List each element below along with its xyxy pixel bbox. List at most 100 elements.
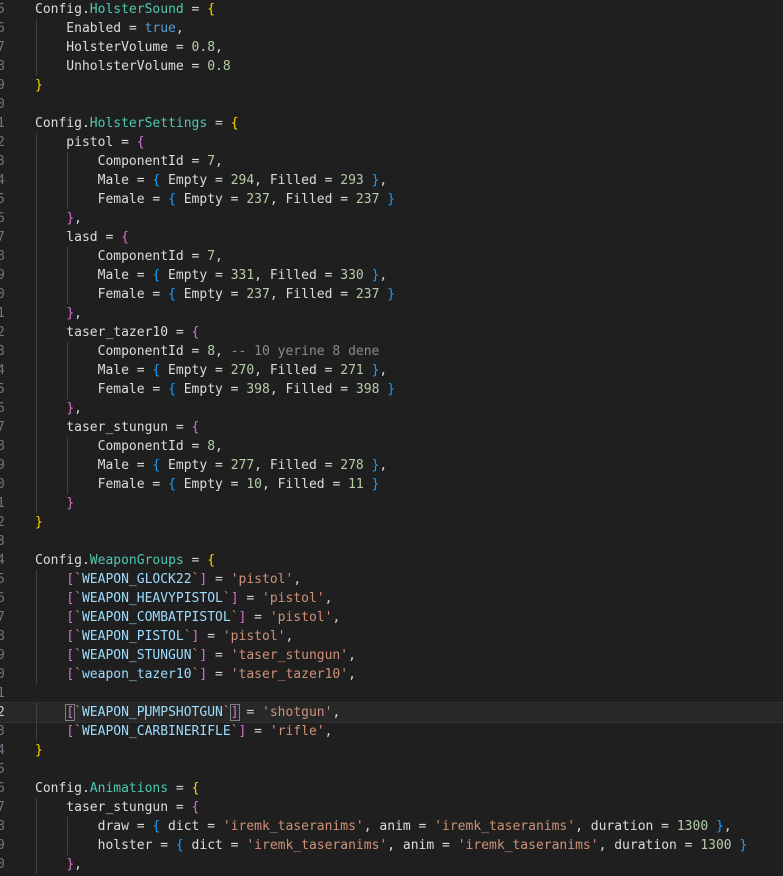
- code-token: {: [191, 800, 200, 815]
- code-line[interactable]: 5 Female = { Empty = 398, Filled = 398 }: [0, 380, 783, 399]
- code-line[interactable]: 2 pistol = {: [0, 133, 783, 152]
- code-line[interactable]: 6 Config.Animations = {: [0, 779, 783, 798]
- code-line[interactable]: 6 },: [0, 399, 783, 418]
- code-text: UnholsterVolume = 0.8: [35, 57, 230, 76]
- code-token: }: [371, 477, 380, 492]
- code-token: `: [222, 705, 231, 720]
- code-line[interactable]: 1: [0, 684, 783, 703]
- code-line[interactable]: 4}: [0, 741, 783, 760]
- line-number: 2: [0, 705, 5, 720]
- code-line[interactable]: 7 taser_stungun = {: [0, 798, 783, 817]
- code-line[interactable]: 7 HolsterVolume = 0.8,: [0, 38, 783, 57]
- code-line[interactable]: 3 [`WEAPON_CARBINERIFLE`] = 'rifle',: [0, 722, 783, 741]
- code-line[interactable]: 0 Female = { Empty = 237, Filled = 237 }: [0, 285, 783, 304]
- code-token: 294: [230, 173, 255, 188]
- code-line[interactable]: 1 },: [0, 304, 783, 323]
- code-token: }: [35, 743, 43, 758]
- code-line[interactable]: 5 Config.HolsterSound = {: [0, 0, 783, 19]
- code-line[interactable]: 1 }: [0, 494, 783, 513]
- code-token: ,: [285, 629, 294, 644]
- code-line[interactable]: 7 taser_stungun = {: [0, 418, 783, 437]
- code-line[interactable]: 2 taser_tazer10 = {: [0, 323, 783, 342]
- code-line[interactable]: 9 holster = { dict = 'iremk_taseranims',…: [0, 836, 783, 855]
- code-line[interactable]: 3 ComponentId = 7,: [0, 152, 783, 171]
- line-number: 0: [0, 477, 5, 492]
- code-token: , anim =: [387, 838, 458, 853]
- code-line[interactable]: 6 },: [0, 209, 783, 228]
- code-text: ComponentId = 8,: [35, 437, 223, 456]
- code-line[interactable]: 8 [`WEAPON_PISTOL`] = 'pistol',: [0, 627, 783, 646]
- code-text: [`weapon_tazer10`] = 'taser_tazer10',: [35, 665, 356, 684]
- line-number: 1: [0, 306, 5, 321]
- code-line[interactable]: 3: [0, 532, 783, 551]
- code-line[interactable]: 3 ComponentId = 8, -- 10 yerine 8 dene: [0, 342, 783, 361]
- line-number: 0: [0, 667, 5, 682]
- code-token: Female =: [35, 477, 169, 492]
- code-line[interactable]: 9}: [0, 76, 783, 95]
- code-token: 10: [246, 477, 262, 492]
- code-token: 1300: [700, 838, 732, 853]
- code-line[interactable]: 6 [`WEAPON_HEAVYPISTOL`] = 'pistol',: [0, 589, 783, 608]
- line-number: 5: [0, 572, 5, 587]
- code-line[interactable]: 1 Config.HolsterSettings = {: [0, 114, 783, 133]
- code-token: ,: [332, 610, 341, 625]
- code-editor[interactable]: 5 Config.HolsterSound = {6 Enabled = true…: [0, 0, 783, 876]
- code-line[interactable]: 0 [`weapon_tazer10`] = 'taser_tazer10',: [0, 665, 783, 684]
- code-text: ComponentId = 8, -- 10 yerine 8 dene: [35, 342, 380, 361]
- code-line[interactable]: 8 draw = { dict = 'iremk_taseranims', an…: [0, 817, 783, 836]
- code-line[interactable]: 4 Config.WeaponGroups = {: [0, 551, 783, 570]
- code-token: 'iremk_taseranims': [434, 819, 576, 834]
- line-number: 6: [0, 401, 5, 416]
- code-token: =: [238, 705, 263, 720]
- code-text: [`WEAPON_PISTOL`] = 'pistol',: [35, 627, 293, 646]
- code-token: 'pistol': [262, 591, 325, 606]
- code-line[interactable]: 8 ComponentId = 7,: [0, 247, 783, 266]
- code-line[interactable]: 0 },: [0, 855, 783, 874]
- code-token: 'taser_stungun': [230, 648, 349, 663]
- code-line[interactable]: 2 [`WEAPON_PUMPSHOTGUN`] = 'shotgun',: [0, 702, 783, 723]
- code-line[interactable]: 4 Male = { Empty = 294, Filled = 293 },: [0, 171, 783, 190]
- code-line[interactable]: 9 Male = { Empty = 277, Filled = 278 },: [0, 456, 783, 475]
- line-number: 1: [0, 496, 5, 511]
- code-token: 'pistol': [230, 572, 294, 587]
- code-token: }: [35, 515, 43, 530]
- code-line[interactable]: 4 Male = { Empty = 270, Filled = 271 },: [0, 361, 783, 380]
- code-line[interactable]: 7 lasd = {: [0, 228, 783, 247]
- line-number: 8: [0, 59, 5, 74]
- code-token: ,: [215, 439, 223, 454]
- code-token: Female =: [35, 287, 169, 302]
- code-text: Male = { Empty = 294, Filled = 293 },: [35, 171, 388, 190]
- code-line[interactable]: 5 [`WEAPON_GLOCK22`] = 'pistol',: [0, 570, 783, 589]
- code-token: 237: [355, 287, 380, 302]
- code-token: Male =: [35, 363, 153, 378]
- code-line[interactable]: 6 Enabled = true,: [0, 19, 783, 38]
- code-line[interactable]: 9 Male = { Empty = 331, Filled = 330 },: [0, 266, 783, 285]
- code-line[interactable]: 8 ComponentId = 8,: [0, 437, 783, 456]
- code-line[interactable]: 7 [`WEAPON_COMBATPISTOL`] = 'pistol',: [0, 608, 783, 627]
- code-line[interactable]: 0: [0, 95, 783, 114]
- code-line[interactable]: 9 [`WEAPON_STUNGUN`] = 'taser_stungun',: [0, 646, 783, 665]
- code-line[interactable]: 5 Female = { Empty = 237, Filled = 237 }: [0, 190, 783, 209]
- code-token: ,: [215, 344, 231, 359]
- code-line[interactable]: 5: [0, 760, 783, 779]
- code-token: , Filled =: [254, 173, 341, 188]
- code-token: , duration =: [598, 838, 701, 853]
- code-token: taser_stungun =: [35, 420, 192, 435]
- code-token: ,: [379, 363, 388, 378]
- code-token: {: [168, 192, 176, 207]
- code-token: 0.8: [191, 40, 216, 55]
- code-text: Config.HolsterSettings = {: [35, 114, 239, 133]
- code-token: ,: [215, 249, 223, 264]
- line-number: 6: [0, 781, 5, 796]
- code-line[interactable]: 0 Female = { Empty = 10, Filled = 11 }: [0, 475, 783, 494]
- code-line[interactable]: 2}: [0, 513, 783, 532]
- code-token: }: [387, 192, 396, 207]
- line-number: 5: [0, 192, 5, 207]
- code-line[interactable]: 8 UnholsterVolume = 0.8: [0, 57, 783, 76]
- code-text: [`WEAPON_COMBATPISTOL`] = 'pistol',: [35, 608, 340, 627]
